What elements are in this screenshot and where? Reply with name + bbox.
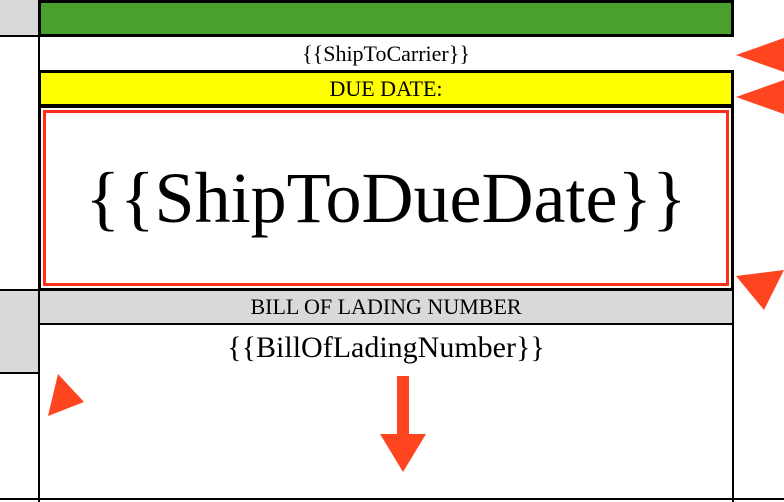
ship-to-carrier-placeholder: {{ShipToCarrier}}: [302, 43, 470, 65]
annotation-arrow-small: [48, 374, 84, 416]
bottom-line: [0, 498, 784, 500]
annotation-arrow-redbox: [736, 270, 784, 310]
annotation-arrow-down: [380, 376, 426, 472]
left-stub-spacer: [0, 289, 40, 325]
due-date-label-cell: DUE DATE:: [38, 70, 734, 107]
right-edge-full: [732, 289, 784, 502]
ship-to-carrier-cell-inner: {{ShipToCarrier}}: [38, 35, 734, 72]
annotation-arrow-carrier: [736, 38, 784, 72]
ship-to-due-date-placeholder: {{ShipToDueDate}}: [85, 162, 686, 234]
bill-of-lading-number-placeholder: {{BillOfLadingNumber}}: [227, 333, 545, 363]
ship-to-carrier-cell: [38, 0, 734, 37]
bol-label-cell: BILL OF LADING NUMBER: [38, 289, 734, 325]
ship-to-due-date-text-wrap: {{ShipToDueDate}}: [38, 105, 734, 291]
right-edge-top: [732, 0, 784, 37]
bill-of-lading-label: BILL OF LADING NUMBER: [250, 296, 521, 318]
annotation-arrow-duedate: [736, 80, 784, 114]
left-stub-bol: [0, 323, 40, 374]
due-date-label: DUE DATE:: [329, 78, 442, 100]
left-stub-mid: [0, 35, 40, 291]
left-stub-top: [0, 0, 40, 37]
